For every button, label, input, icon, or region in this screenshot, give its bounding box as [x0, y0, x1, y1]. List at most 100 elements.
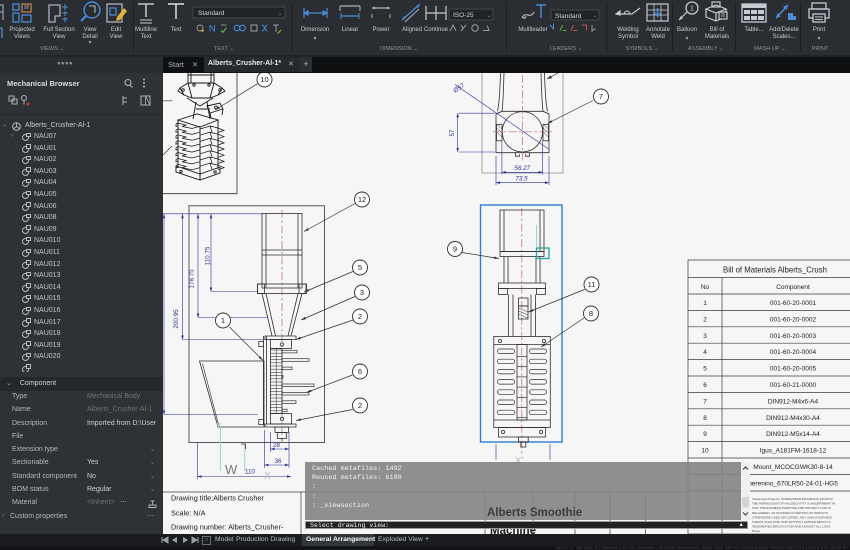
svg-text:Standard: Standard [555, 13, 582, 20]
svg-text:THE PERMISSION OF HOLDECH PTY: THE PERMISSION OF HOLDECH PTY & MODERNBA… [752, 502, 835, 506]
svg-text:LEADERS ⌄: LEADERS ⌄ [550, 46, 582, 52]
svg-text:▾: ▾ [817, 36, 820, 42]
svg-text:Text: Text [170, 27, 181, 33]
svg-text:DIN912-M5x14-A4: DIN912-M5x14-A4 [766, 431, 820, 438]
svg-text:001-60-20-0001: 001-60-20-0001 [770, 300, 817, 307]
svg-text:6: 6 [358, 367, 362, 376]
svg-text:TEXT ⌄: TEXT ⌄ [214, 46, 234, 52]
svg-text:Multiline: Multiline [135, 27, 158, 33]
svg-text:9: 9 [703, 431, 707, 438]
svg-text:110: 110 [245, 469, 256, 476]
svg-text:9: 9 [453, 245, 457, 254]
svg-text:4: 4 [703, 349, 707, 356]
svg-text:001-60-20-0003: 001-60-20-0003 [770, 333, 817, 340]
svg-text:Welding: Welding [617, 27, 639, 33]
svg-text:Text: Text [140, 34, 151, 40]
svg-text:Edit: Edit [111, 27, 122, 33]
svg-text:Standard: Standard [198, 10, 225, 17]
svg-text:Scales...: Scales... [772, 34, 795, 40]
svg-text:1: 1 [690, 6, 694, 13]
svg-text:USER'S SOLE RISK AND WITHOUT L: USER'S SOLE RISK AND WITHOUT LIMITED BRI… [752, 520, 830, 524]
svg-text:Aligned: Aligned [402, 27, 422, 33]
svg-text:Bill of: Bill of [710, 27, 725, 33]
svg-text:⌄: ⌄ [593, 13, 597, 19]
svg-text:Linear: Linear [342, 27, 359, 33]
svg-text:DIN912-M4x6-A4: DIN912-M4x6-A4 [768, 398, 819, 405]
svg-text:8: 8 [589, 309, 593, 318]
svg-text:Symbol: Symbol [618, 34, 638, 40]
svg-text:001-60-20-0004: 001-60-20-0004 [770, 349, 817, 356]
svg-text:⌄: ⌄ [487, 13, 491, 19]
svg-text:▾: ▾ [313, 36, 316, 42]
svg-text:200.95: 200.95 [173, 309, 180, 329]
svg-text:3: 3 [360, 288, 364, 297]
svg-text:Drawing title:Alberts Crusher: Drawing title:Alberts Crusher [171, 494, 264, 503]
svg-text:Notes:: Notes: [752, 529, 761, 533]
svg-text:Igus_A181FM-1618-12: Igus_A181FM-1618-12 [760, 448, 827, 455]
svg-text:Y: Y [216, 422, 222, 431]
svg-text:7: 7 [599, 92, 603, 101]
svg-text:1: 1 [221, 316, 225, 325]
svg-text:Add/Delete: Add/Delete [769, 27, 799, 33]
svg-text:Table...: Table... [744, 27, 764, 33]
svg-text:001-60-21-0000: 001-60-21-0000 [770, 382, 817, 389]
svg-text:MASH UP ⌄: MASH UP ⌄ [754, 46, 786, 52]
svg-text:Drawing number: Alberts_Crushe: Drawing number: Alberts_Crusher- [171, 523, 284, 532]
svg-text:5: 5 [703, 366, 707, 373]
svg-text:FOR THE EXPRESS PURPOSE AND PR: FOR THE EXPRESS PURPOSE AND PROJECT FOR … [752, 506, 831, 510]
svg-text:Views: Views [14, 34, 30, 40]
svg-text:10: 10 [701, 448, 709, 455]
svg-text:3: 3 [703, 333, 707, 340]
svg-text:Projected: Projected [9, 27, 34, 33]
svg-text:10: 10 [260, 75, 268, 84]
svg-text:2: 2 [358, 401, 362, 410]
svg-text:6: 6 [703, 382, 707, 389]
svg-text:DIMENSION ⌄: DIMENSION ⌄ [380, 46, 418, 52]
svg-text:Balloon: Balloon [677, 27, 697, 33]
svg-text:No: No [701, 284, 710, 291]
svg-text:Bill of Materials Alberts_Crus: Bill of Materials Alberts_Crush [723, 266, 827, 275]
svg-text:Print: Print [813, 27, 826, 33]
svg-text:DELIVERED. AS NOTIFIED IN WRIT: DELIVERED. AS NOTIFIED IN WRITING BY BRI… [752, 511, 828, 515]
svg-text:PRINT: PRINT [812, 46, 829, 52]
svg-text:Mount_MCOCGWK30-8-14: Mount_MCOCGWK30-8-14 [753, 464, 833, 471]
svg-text:8: 8 [703, 415, 707, 422]
svg-text:View: View [110, 34, 124, 40]
svg-text:57: 57 [449, 129, 456, 137]
svg-text:178.75: 178.75 [189, 269, 196, 289]
svg-text:SYMBOLS ⌄: SYMBOLS ⌄ [625, 46, 658, 52]
svg-text:28: 28 [273, 442, 281, 449]
svg-text:View: View [53, 34, 67, 40]
svg-text:Scale: N/A: Scale: N/A [171, 509, 206, 518]
svg-text:Component: Component [776, 284, 810, 291]
svg-text:Annotate: Annotate [646, 27, 671, 33]
svg-text:56.27: 56.27 [514, 165, 530, 172]
svg-text:110.75: 110.75 [205, 246, 212, 265]
svg-text:Full Section: Full Section [43, 27, 74, 33]
svg-text:Weld: Weld [651, 34, 665, 40]
svg-text:001-60-20-0005: 001-60-20-0005 [770, 366, 817, 373]
svg-text:1: 1 [703, 300, 707, 307]
svg-text:11: 11 [588, 280, 596, 289]
svg-text:73.5: 73.5 [515, 176, 528, 183]
svg-text:Dimension: Dimension [301, 27, 329, 33]
svg-text:⌄: ⌄ [278, 11, 282, 17]
svg-text:▾: ▾ [88, 40, 91, 46]
svg-text:12: 12 [358, 195, 366, 204]
svg-text:View: View [84, 27, 98, 33]
svg-text:7: 7 [703, 398, 707, 405]
svg-text:W: W [225, 462, 238, 477]
svg-text:2: 2 [703, 316, 707, 323]
svg-text:Multileader: Multileader [518, 27, 547, 33]
svg-text:Intellectual Property: MODERNB: Intellectual Property: MODERNBAR DRAWING… [752, 497, 834, 501]
svg-text:▾: ▾ [685, 36, 688, 42]
svg-text:2: 2 [358, 312, 362, 321]
svg-text:ISO-25: ISO-25 [453, 12, 474, 19]
svg-text:INDEMNIFIES BRICSYS FOR AND AG: INDEMNIFIES BRICSYS FOR AND AGAINST ALL … [752, 525, 830, 529]
svg-text:Continue: Continue [424, 27, 449, 33]
svg-text:perenino_670LR50-24-01-HG5: perenino_670LR50-24-01-HG5 [748, 480, 838, 487]
svg-text:001-60-20-0002: 001-60-20-0002 [770, 316, 817, 323]
svg-text:36: 36 [274, 458, 282, 465]
svg-text:ASSEMBLY ⌄: ASSEMBLY ⌄ [688, 46, 724, 52]
svg-text:OTHERWISE USED OR COPIED. ANY: OTHERWISE USED OR COPIED. ANY UNAUTHORIS… [752, 515, 833, 519]
